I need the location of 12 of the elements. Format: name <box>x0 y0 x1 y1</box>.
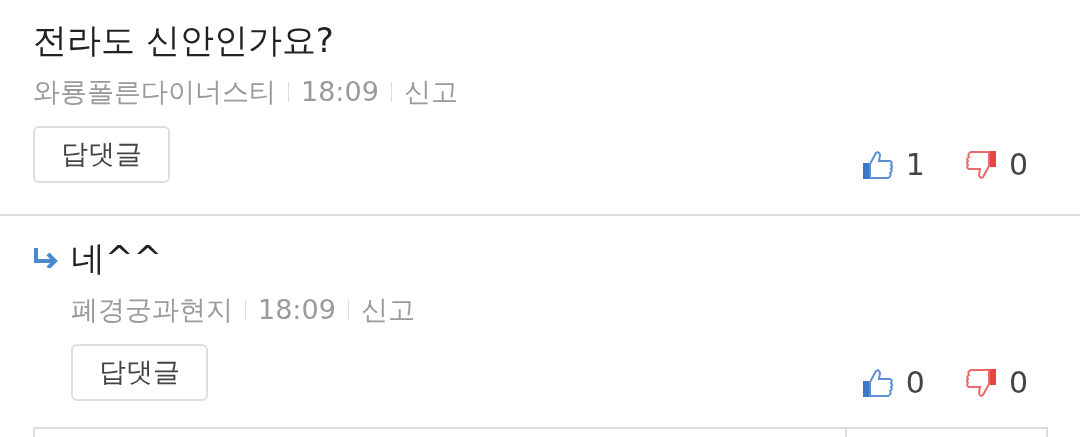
reply-button[interactable]: 답댓글 <box>33 126 170 183</box>
dislike-button[interactable]: 0 <box>964 142 1028 187</box>
comment-text: 전라도 신안인가요? <box>33 19 334 62</box>
like-button[interactable]: 1 <box>861 142 925 187</box>
comment-time: 18:09 <box>258 293 336 327</box>
author-name: 폐경궁과현지 <box>71 293 233 327</box>
comment-time: 18:09 <box>301 75 379 109</box>
reply-button[interactable]: 답댓글 <box>71 344 208 401</box>
dislike-button[interactable]: 0 <box>964 360 1028 405</box>
comment-text: 네^^ <box>71 237 162 280</box>
author-name: 와룡폴른다이너스티 <box>33 75 276 109</box>
like-button[interactable]: 0 <box>861 360 925 405</box>
